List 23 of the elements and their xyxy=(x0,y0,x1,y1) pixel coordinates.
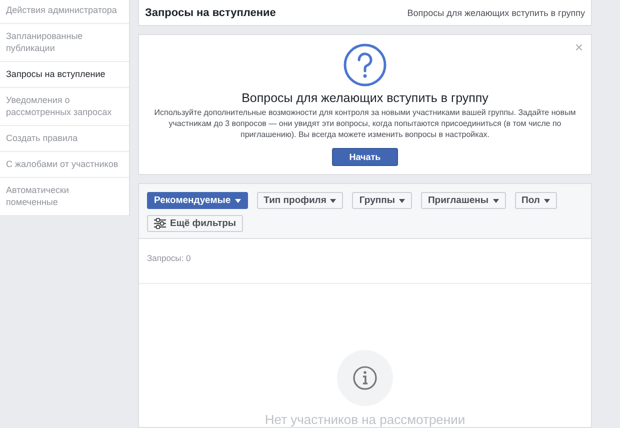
sidebar-item[interactable]: Запланированные публикации xyxy=(0,24,129,62)
sliders-icon xyxy=(154,218,166,229)
more-filters-button[interactable]: Ещё фильтры xyxy=(147,215,244,232)
questions-link[interactable]: Вопросы для желающих вступить в группу xyxy=(407,8,585,18)
sidebar-item[interactable]: С жалобами от участников xyxy=(0,152,129,178)
sidebar-item[interactable]: Запросы на вступление xyxy=(0,62,129,88)
filter-dropdown[interactable]: Группы xyxy=(352,192,412,209)
filter-dropdown[interactable]: Тип профиля xyxy=(256,192,344,209)
promo-title: Вопросы для желающих вступить в группу xyxy=(242,91,488,105)
filter-dropdown[interactable]: Рекомендуемые xyxy=(147,192,248,209)
info-icon xyxy=(337,350,393,406)
page-title: Запросы на вступление xyxy=(145,6,276,18)
start-button[interactable]: Начать xyxy=(332,148,398,166)
promo-text: Используйте дополнительные возможности для контроля за новыми участниками вашей группы. Задайте новым участникам до 3 вопросов — они увидят эти вопросы, когда попытаются присоединиться (в том числе по приглашению). Вы всегда можете изменить вопросы в настройках. xyxy=(153,107,577,140)
sidebar-item[interactable]: Действия администратора xyxy=(0,0,129,24)
sidebar-item[interactable]: Автоматически помеченные xyxy=(0,178,129,216)
empty-message: Нет участников на рассмотрении xyxy=(264,412,466,427)
filter-dropdown[interactable]: Приглашены xyxy=(420,192,506,209)
sidebar-item[interactable]: Создать правила xyxy=(0,126,129,152)
question-icon xyxy=(343,43,387,87)
sidebar-item[interactable]: Уведомления о рассмотренных запросах xyxy=(0,88,129,126)
filter-dropdown[interactable]: Пол xyxy=(514,192,557,209)
requests-count: Запросы: 0 xyxy=(139,239,591,284)
